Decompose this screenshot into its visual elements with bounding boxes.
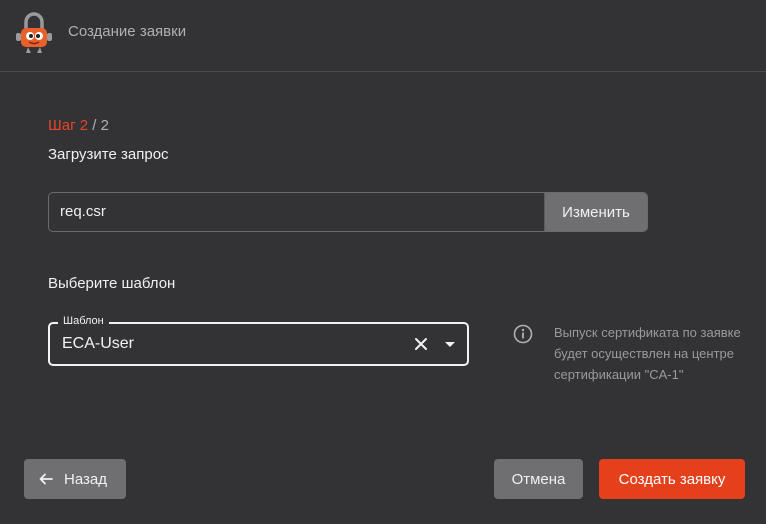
page-title: Создание заявки bbox=[68, 23, 187, 40]
back-button[interactable]: Назад bbox=[24, 459, 126, 499]
template-info-text: Выпуск сертификата по заявке будет осуще… bbox=[554, 325, 741, 382]
template-section-title: Выберите шаблон bbox=[48, 275, 176, 292]
upload-section-title: Загрузите запрос bbox=[48, 146, 169, 163]
header: Создание заявки bbox=[0, 0, 766, 72]
back-button-label: Назад bbox=[64, 470, 107, 488]
create-request-button[interactable]: Создать заявку bbox=[599, 459, 745, 499]
app-window: Создание заявки Шаг 2 / 2 Загрузите запр… bbox=[0, 0, 766, 524]
arrow-left-icon bbox=[39, 473, 53, 485]
template-select[interactable]: Шаблон ECA-User bbox=[48, 315, 469, 366]
step-current: Шаг 2 bbox=[48, 117, 89, 134]
chevron-down-icon[interactable] bbox=[445, 342, 455, 347]
clear-icon[interactable] bbox=[413, 336, 429, 352]
template-select-label: Шаблон bbox=[58, 315, 109, 327]
request-file-field: req.csr Изменить bbox=[48, 192, 648, 232]
padlock-mascot-logo bbox=[16, 12, 52, 53]
step-indicator: Шаг 2 / 2 bbox=[48, 117, 109, 134]
change-file-button[interactable]: Изменить bbox=[544, 193, 647, 231]
step-total: / 2 bbox=[88, 117, 109, 134]
file-name-value[interactable]: req.csr bbox=[49, 193, 544, 231]
info-icon bbox=[513, 324, 533, 344]
template-select-value: ECA-User bbox=[62, 335, 135, 352]
cancel-button[interactable]: Отмена bbox=[494, 459, 583, 499]
